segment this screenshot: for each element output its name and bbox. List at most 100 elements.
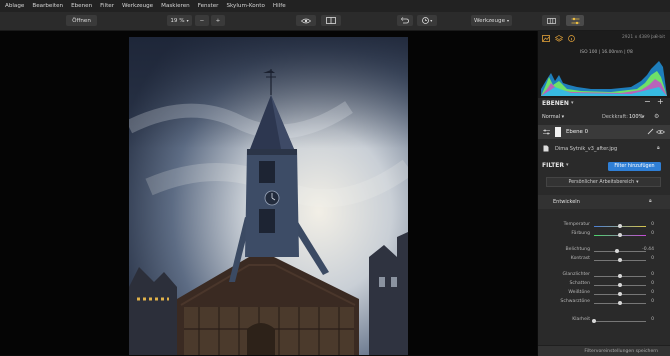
sliders-icon [571,17,579,24]
side-panel: 2921 x 4389 px | 8-bit ISO 100 | 16.00mm… [538,31,670,356]
slider-label: Klarheit [572,317,590,322]
filter-title: FILTER [542,162,564,169]
preview-button[interactable] [296,15,316,26]
menu-bearbeiten[interactable]: Bearbeiten [28,3,67,9]
layer-row-active[interactable]: Ebene 0 [538,125,670,139]
slider-knob[interactable] [618,300,622,305]
menu-ebenen[interactable]: Ebenen [67,3,96,9]
image-canvas[interactable] [0,31,537,355]
add-filter-button[interactable]: Filter hinzufügen [608,162,661,171]
zoom-out-button[interactable]: − [195,15,209,26]
menu-ablage[interactable]: Ablage [0,3,28,9]
chevron-down-icon: ▾ [186,18,189,23]
open-button[interactable]: Öffnen [66,15,97,26]
slider-kontrast[interactable]: Kontrast 0 [538,256,670,264]
slider-label: Temperatur [563,222,590,227]
histogram-section: 2921 x 4389 px | 8-bit ISO 100 | 16.00mm… [538,31,670,98]
slider-value: 0 [651,290,654,295]
develop-title: Entwickeln [553,199,580,205]
chevron-down-icon[interactable]: ▾ [642,114,645,120]
slider-schwarztöne[interactable]: Schwarztöne 0 [538,299,670,307]
tools-label: Werkzeuge [473,17,506,24]
add-layer-button[interactable]: + [657,97,664,106]
slider-klarheit[interactable]: Klarheit 0 [538,317,670,325]
base-file-name: Dima Sytnik_v3_after.jpg [555,146,618,152]
gear-icon[interactable]: ⚙ [654,113,659,120]
slider-value: 0 [651,281,654,286]
slider-label: Schatten [569,281,590,286]
tools-select[interactable]: Werkzeuge ▾ [471,15,512,26]
slider-label: Schwarztöne [560,299,590,304]
chevron-down-icon: ▾ [507,18,510,23]
slider-value: 0 [651,299,654,304]
separator: | [651,35,653,40]
sliders-icon [543,129,550,137]
zoom-select[interactable]: 19 % ▾ [167,15,192,26]
undo-button[interactable] [397,15,413,26]
layer-name: Ebene 0 [566,129,589,135]
slider-knob[interactable] [618,291,622,296]
menu-filter[interactable]: Filter [96,3,118,9]
image-info-icon[interactable] [542,35,550,44]
menu-maskieren[interactable]: Maskieren [157,3,194,9]
lock-icon: 🔒︎ [657,145,660,151]
menu-hilfe[interactable]: Hilfe [269,3,290,9]
slider-track[interactable] [594,250,646,252]
toolbar: Öffnen 19 % ▾ − + ▾ Werkzeuge ▾ [0,12,670,31]
zoom-value: 19 % [170,17,185,24]
slider-knob[interactable] [615,248,620,253]
history-button[interactable]: ▾ [417,15,437,26]
slider-schatten[interactable]: Schatten 0 [538,281,670,289]
grid-icon [546,17,556,24]
brush-icon[interactable] [647,128,654,137]
histogram [541,61,667,96]
info-circle-icon[interactable] [568,35,575,44]
slider-value: 0 [651,222,654,227]
develop-filter-header[interactable]: Entwickeln 🔒︎ [538,195,670,209]
edit-view-button[interactable] [566,15,584,26]
slider-label: Weißtöne [568,290,590,295]
remove-layer-button[interactable]: − [644,97,651,106]
compare-button[interactable] [321,15,341,26]
save-presets-label: Filtervoreinstellungen speichern [584,348,658,354]
slider-belichtung[interactable]: Belichtung -0.44 [538,247,670,255]
menu-bar: Ablage Bearbeiten Ebenen Filter Werkzeug… [0,0,670,12]
blend-mode-select[interactable]: Normal ▾ [542,114,564,120]
chevron-down-icon[interactable]: ▾ [571,100,574,106]
file-icon [543,145,549,154]
slider-label: Kontrast [570,256,590,261]
slider-färbung[interactable]: Färbung 0 [538,231,670,239]
slider-knob[interactable] [618,282,622,287]
slider-value: 0 [651,272,654,277]
menu-skylum-konto[interactable]: Skylum-Konto [222,3,268,9]
lock-icon[interactable]: 🔒︎ [649,198,652,204]
workspace-select[interactable]: Persönlicher Arbeitsbereich ▾ [546,177,661,187]
library-view-button[interactable] [542,15,560,26]
slider-knob[interactable] [592,318,596,323]
zoom-in-button[interactable]: + [211,15,225,26]
menu-werkzeuge[interactable]: Werkzeuge [118,3,157,9]
chevron-down-icon: ▾ [636,179,639,185]
save-presets-button[interactable]: Filtervoreinstellungen speichern [538,345,670,356]
slider-knob[interactable] [618,273,622,278]
layers-stack-icon[interactable] [554,35,564,44]
slider-temperatur[interactable]: Temperatur 0 [538,222,670,230]
slider-label: Belichtung [565,247,590,252]
photo-church-tower [129,37,408,355]
slider-glanzlichter[interactable]: Glanzlichter 0 [538,272,670,280]
slider-knob[interactable] [618,232,622,237]
layer-thumbnail [555,127,561,137]
slider-label: Glanzlichter [562,272,590,277]
slider-knob[interactable] [618,257,622,262]
slider-knob[interactable] [618,223,622,228]
slider-value: 0 [651,317,654,322]
slider-weißtöne[interactable]: Weißtöne 0 [538,290,670,298]
chevron-down-icon[interactable]: ▾ [566,162,569,168]
clock-icon [421,17,429,24]
slider-value: -0.44 [642,247,654,252]
layers-title: EBENEN [542,100,569,107]
layer-row-base[interactable]: Dima Sytnik_v3_after.jpg 🔒︎ [538,143,670,155]
eye-icon[interactable] [655,129,666,137]
menu-fenster[interactable]: Fenster [194,3,223,9]
slider-track[interactable] [594,320,646,322]
